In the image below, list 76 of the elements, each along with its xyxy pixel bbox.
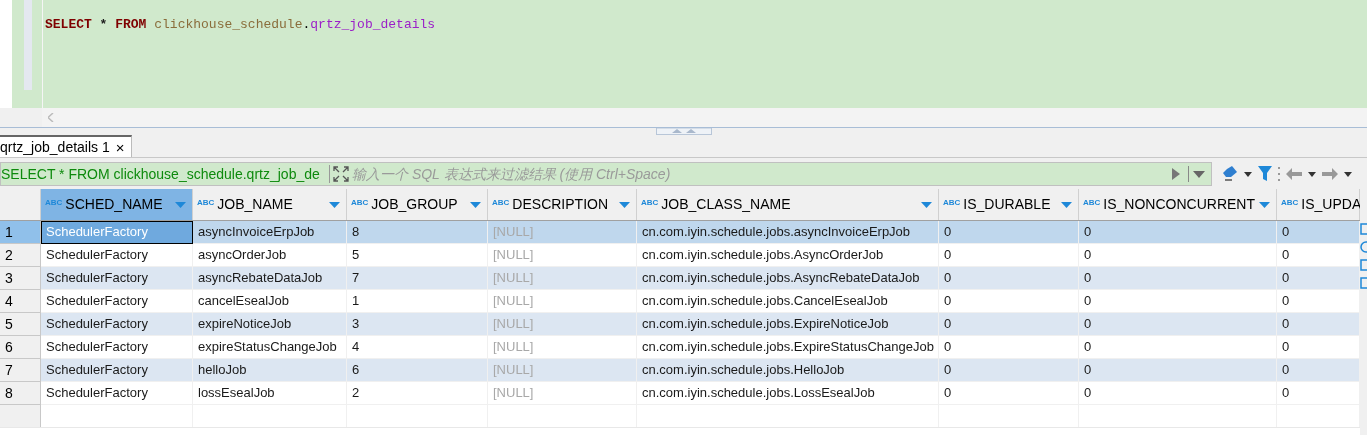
sql-token: SELECT	[45, 16, 93, 34]
table-row[interactable]: 8 SchedulerFactory lossEsealJob 2 [NULL] cn.com.iyin.schedule.jobs.LossEsealJob 0 0 0	[0, 382, 1360, 405]
sort-caret-icon[interactable]	[1259, 201, 1270, 208]
type-label: ABC	[197, 199, 215, 207]
splitter-handle-icon[interactable]	[655, 128, 712, 135]
panel-icon[interactable]	[1360, 259, 1367, 271]
type-label: ABC	[1281, 199, 1299, 207]
query-text: SELECT * FROM clickhouse_schedule.qrtz_job_de	[1, 164, 321, 184]
caret-icon[interactable]	[1344, 171, 1352, 177]
sql-token: .	[302, 16, 311, 34]
sql-token: FROM	[115, 16, 148, 34]
sql-editor[interactable]: SELECT * FROM clickhouse_schedule.qrtz_job_details	[43, 0, 1367, 108]
column-name: DESCRIPTION	[512, 195, 609, 214]
column-header[interactable]: ABC SCHED_NAME	[41, 189, 193, 220]
column-name: JOB_CLASS_NAME	[661, 195, 791, 214]
table-cell: 2	[347, 382, 488, 405]
separator-dots-icon	[1278, 167, 1280, 181]
column-name: JOB_GROUP	[371, 195, 458, 214]
row-number[interactable]: 2	[0, 244, 41, 267]
eraser-icon[interactable]	[1220, 166, 1238, 182]
table-cell: [NULL]	[488, 382, 637, 405]
column-name: IS_DURABLE	[963, 195, 1051, 214]
table-row[interactable]: 3 SchedulerFactory asyncRebateDataJob 7 [NULL] cn.com.iyin.schedule.jobs.AsyncRebateDataJob 0 0 0	[0, 267, 1360, 290]
table-cell: SchedulerFactory	[41, 221, 193, 244]
result-tab[interactable]: qrtz_job_details 1 ×	[0, 135, 132, 157]
row-number[interactable]: 5	[0, 313, 41, 336]
history-dropdown-icon[interactable]	[1193, 170, 1205, 178]
filter-field[interactable]: SELECT * FROM clickhouse_schedule.qrtz_job_de 输入一个 SQL 表达式来过滤结果 (使用 Ctrl+Space)	[0, 162, 1212, 186]
panel-icon[interactable]	[1360, 277, 1367, 289]
table-row[interactable]: 4 SchedulerFactory cancelEsealJob 1 [NULL] cn.com.iyin.schedule.jobs.CancelEsealJob 0 0 0	[0, 290, 1360, 313]
close-button[interactable]: ×	[115, 139, 125, 155]
sort-caret-icon[interactable]	[619, 201, 630, 208]
caret-icon[interactable]	[1244, 171, 1252, 177]
sort-caret-icon[interactable]	[921, 201, 932, 208]
run-filter-icon[interactable]	[1172, 168, 1180, 180]
sort-caret-icon[interactable]	[329, 201, 340, 208]
sort-caret-icon[interactable]	[470, 201, 481, 208]
column-name: IS_NONCONCURRENT	[1103, 195, 1256, 214]
table-row[interactable]: 5 SchedulerFactory expireNoticeJob 3 [NULL] cn.com.iyin.schedule.jobs.ExpireNoticeJob 0 0 0	[0, 313, 1360, 336]
type-label: ABC	[351, 199, 369, 207]
type-label: ABC	[1083, 199, 1101, 207]
panel-icon[interactable]	[1360, 223, 1367, 235]
type-label: ABC	[492, 199, 510, 207]
back-arrow-icon[interactable]	[1286, 168, 1302, 180]
table-cell: 0	[1079, 382, 1277, 405]
row-number[interactable]: 8	[0, 382, 41, 405]
table-row[interactable]: 2 SchedulerFactory asyncOrderJob 5 [NULL] cn.com.iyin.schedule.jobs.AsyncOrderJob 0 0 0	[0, 244, 1360, 267]
table-row[interactable]: 1 SchedulerFactory asyncInvoiceErpJob 8 [NULL] cn.com.iyin.schedule.jobs.asyncInvoiceErpJob 0 0 0	[0, 221, 1360, 244]
column-name: SCHED_NAME	[65, 195, 163, 214]
column-name: JOB_NAME	[217, 195, 293, 214]
sort-caret-icon[interactable]	[175, 201, 186, 208]
type-label: ABC	[641, 199, 659, 207]
table-cell: 0	[939, 382, 1079, 405]
row-number[interactable]: 6	[0, 336, 41, 359]
table-cell: 0	[1277, 382, 1360, 405]
filter-icon[interactable]	[1258, 166, 1272, 182]
type-label: ABC	[45, 199, 63, 207]
sql-token: clickhouse_schedule	[154, 16, 303, 34]
row-number[interactable]: 7	[0, 359, 41, 382]
table-cell: lossEsealJob	[193, 382, 347, 405]
filter-input[interactable]: 输入一个 SQL 表达式来过滤结果 (使用 Ctrl+Space)	[352, 163, 1172, 185]
forward-arrow-icon[interactable]	[1322, 168, 1338, 180]
row-number[interactable]: 4	[0, 290, 41, 313]
sql-token: qrtz_job_details	[310, 16, 436, 34]
expand-icon[interactable]	[333, 166, 349, 182]
row-number[interactable]: 3	[0, 267, 41, 290]
sql-token: *	[99, 16, 109, 34]
caret-icon[interactable]	[1308, 171, 1316, 177]
table-row[interactable]: 6 SchedulerFactory expireStatusChangeJob 4 [NULL] cn.com.iyin.schedule.jobs.ExpireStatusChangeJob 0 0 0	[0, 336, 1360, 359]
table-row[interactable]: 7 SchedulerFactory helloJob 6 [NULL] cn.com.iyin.schedule.jobs.HelloJob 0 0 0	[0, 359, 1360, 382]
row-number[interactable]: 1	[0, 221, 41, 244]
table-cell: SchedulerFactory	[41, 382, 193, 405]
scroll-left-icon[interactable]	[48, 113, 54, 122]
table-cell: cn.com.iyin.schedule.jobs.LossEsealJob	[637, 382, 939, 405]
type-label: ABC	[943, 199, 961, 207]
sort-caret-icon[interactable]	[1061, 201, 1072, 208]
